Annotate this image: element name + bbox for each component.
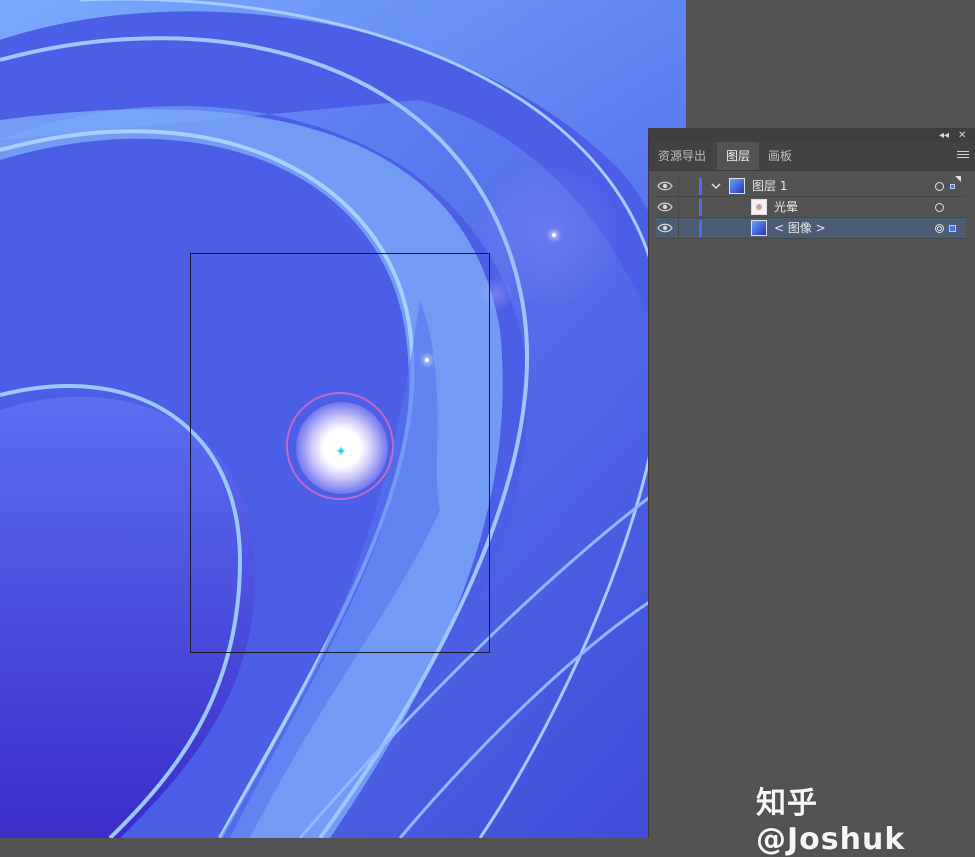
layer-row[interactable]: 图层 1	[656, 176, 966, 197]
eye-icon[interactable]	[657, 222, 673, 234]
layer-name[interactable]: 图层 1	[752, 176, 787, 197]
tab-asset-export[interactable]: 资源导出	[649, 142, 717, 170]
selection-indicator[interactable]	[949, 225, 956, 232]
canvas-artwork[interactable]: ✦	[0, 0, 686, 838]
layer-name[interactable]: < 图像 >	[774, 218, 826, 239]
flare-thumbnail	[751, 199, 767, 215]
lock-column[interactable]	[678, 197, 679, 218]
image-thumbnail	[751, 220, 767, 236]
layer-row[interactable]: < 图像 >	[656, 218, 966, 239]
layer-row[interactable]: 光晕	[656, 197, 966, 218]
chevron-down-icon[interactable]	[710, 179, 722, 193]
panel-tab-bar: 资源导出 图层 画板	[649, 142, 975, 171]
corner-marker-icon	[955, 176, 961, 182]
selection-indicator[interactable]	[950, 184, 955, 189]
layer-list: 图层 1 光晕 < 图像 >	[656, 176, 966, 239]
layer-color-indicator	[699, 178, 702, 195]
layer-name[interactable]: 光晕	[774, 197, 798, 218]
tab-artboards[interactable]: 画板	[759, 142, 801, 170]
target-circle-icon[interactable]	[935, 182, 944, 191]
layer-color-indicator	[699, 220, 702, 237]
close-icon[interactable]: ✕	[958, 129, 966, 142]
flare-spark	[552, 233, 556, 237]
double-chevron-left-icon[interactable]: ◂◂	[939, 129, 949, 142]
hamburger-menu-icon[interactable]	[957, 149, 969, 161]
eye-icon[interactable]	[657, 180, 673, 192]
target-double-circle-icon[interactable]	[935, 224, 944, 233]
selection-bounding-box[interactable]	[190, 253, 490, 653]
target-circle-icon[interactable]	[935, 203, 944, 212]
lock-column[interactable]	[678, 218, 679, 239]
layers-panel: ◂◂ ✕ 资源导出 图层 画板 图层 1 光晕 < 图像 >	[648, 128, 975, 838]
layer-color-indicator	[699, 199, 702, 216]
tab-layers[interactable]: 图层	[717, 142, 759, 170]
lock-column[interactable]	[678, 176, 679, 197]
panel-title-bar[interactable]: ◂◂ ✕	[649, 129, 975, 142]
watermark: 知乎 @Joshuk	[756, 786, 906, 857]
layer-thumbnail	[729, 178, 745, 194]
eye-icon[interactable]	[657, 201, 673, 213]
